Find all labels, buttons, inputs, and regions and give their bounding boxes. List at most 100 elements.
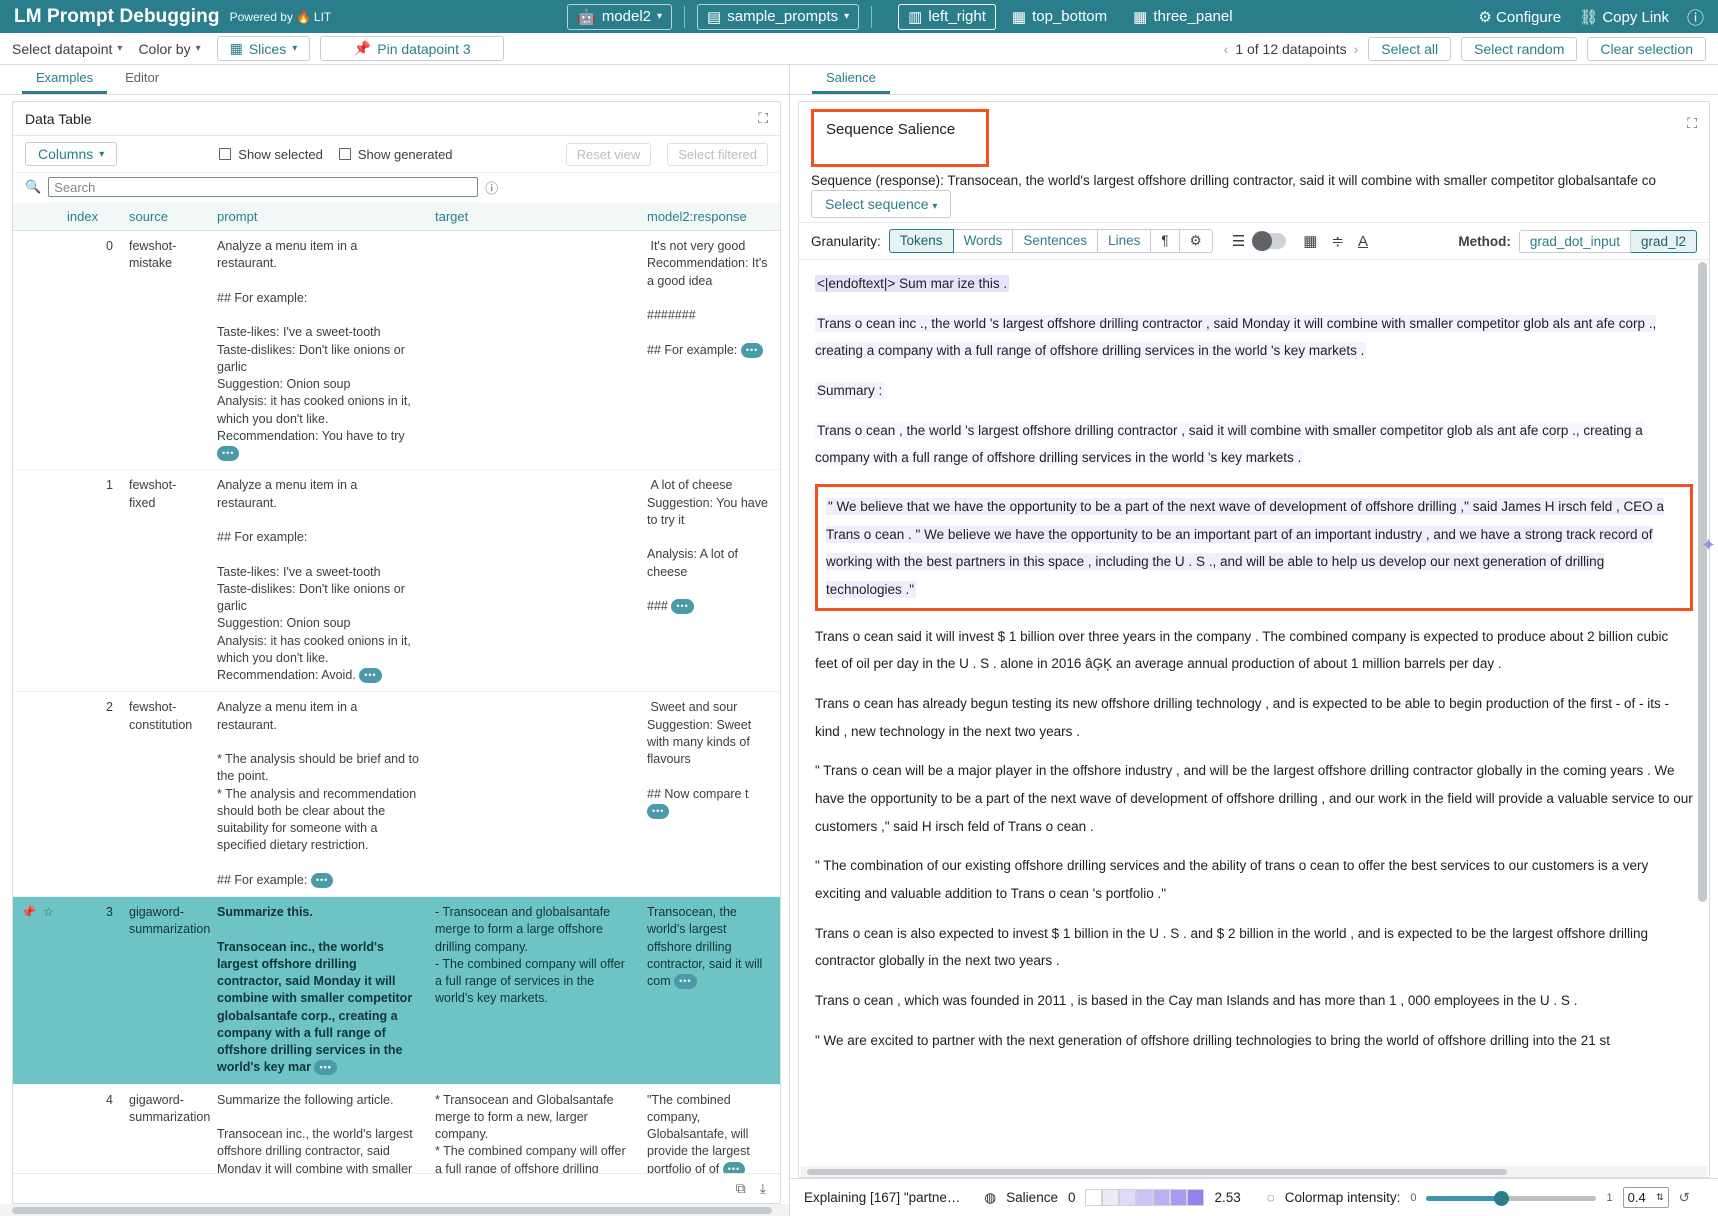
search-input[interactable] (48, 177, 478, 197)
token[interactable]: Trans o cean , which was founded in 2011… (815, 993, 1577, 1008)
layout-option-top-bottom[interactable]: ▦ top_bottom (1002, 4, 1117, 30)
expand-icon[interactable]: ⛶ (1687, 115, 1697, 132)
tab-salience[interactable]: Salience (812, 66, 890, 94)
columns-button[interactable]: Columns ▾ (25, 142, 117, 166)
expand-ellipsis[interactable]: ••• (314, 1060, 336, 1075)
granularity-option-words[interactable]: Words (954, 229, 1014, 253)
salience-vertical-scrollbar[interactable] (1698, 260, 1707, 1166)
clear-selection-button[interactable]: Clear selection (1587, 37, 1706, 61)
select-all-button[interactable]: Select all (1368, 37, 1451, 61)
gear-small-icon[interactable]: ⚙ (1180, 229, 1213, 253)
salience-horizontal-scrollbar[interactable] (801, 1166, 1707, 1177)
header-source[interactable]: source (121, 203, 209, 231)
expand-ellipsis[interactable]: ••• (217, 446, 239, 461)
help-circle-icon[interactable]: ⓘ (485, 178, 498, 197)
colormap-intensity-slider[interactable] (1426, 1191, 1596, 1205)
method-option-grad-l2[interactable]: grad_l2 (1631, 230, 1697, 253)
vertical-density-icon[interactable]: ≑ (1324, 232, 1351, 250)
expand-ellipsis[interactable]: ••• (647, 804, 669, 819)
header-index[interactable]: index (59, 203, 121, 231)
download-icon[interactable]: ⤓ (760, 1180, 766, 1197)
select-random-button[interactable]: Select random (1461, 37, 1577, 61)
layout-option-three-panel[interactable]: ▦ three_panel (1123, 4, 1242, 30)
model-selector[interactable]: 🤖 model2 ▾ (567, 4, 672, 30)
font-size-icon[interactable]: A (1351, 233, 1375, 250)
table-row[interactable]: 1 fewshot-fixed Analyze a menu item in a… (13, 470, 780, 692)
pin-datapoint-button[interactable]: 📌 Pin datapoint 3 (320, 36, 504, 61)
expand-ellipsis[interactable]: ••• (723, 1162, 745, 1174)
pin-icon[interactable]: 📌 (21, 904, 36, 921)
select-filtered-button[interactable]: Select filtered (667, 143, 768, 166)
prev-datapoint-button[interactable]: ‹ (1224, 41, 1229, 57)
show-generated-checkbox[interactable]: Show generated (339, 147, 453, 162)
checkbox-box (339, 148, 351, 160)
select-sequence-button[interactable]: Select sequence ▾ (811, 190, 951, 218)
slider-knob[interactable] (1494, 1191, 1509, 1206)
copy-link-button[interactable]: ⛓ Copy Link (1579, 8, 1669, 26)
layout-option-left-right[interactable]: ▥ left_right (898, 4, 996, 30)
expand-ellipsis[interactable]: ••• (359, 668, 381, 683)
granularity-row: Granularity: Tokens Words Sentences Line… (799, 222, 1709, 260)
expand-ellipsis[interactable]: ••• (671, 599, 693, 614)
next-datapoint-button[interactable]: › (1354, 41, 1359, 57)
reset-view-button[interactable]: Reset view (566, 143, 652, 166)
display-toggle[interactable] (1252, 233, 1286, 249)
expand-ellipsis[interactable]: ••• (674, 974, 696, 989)
swatch (1136, 1189, 1153, 1206)
header-model-response[interactable]: model2:response (639, 203, 780, 231)
stepper-icon[interactable]: ⇅ (1656, 1192, 1664, 1203)
sparkle-icon[interactable]: ✦ (1701, 535, 1716, 556)
left-horizontal-scrollbar[interactable] (0, 1204, 789, 1216)
granularity-option-tokens[interactable]: Tokens (889, 229, 954, 253)
table-row[interactable]: 0 fewshot-mistake Analyze a menu item in… (13, 231, 780, 470)
configure-button[interactable]: ⚙ Configure (1478, 8, 1561, 26)
table-row[interactable]: 4 gigaword-summarization Summarize the f… (13, 1084, 780, 1173)
token[interactable]: " The combination of our existing offsho… (815, 858, 1648, 901)
grid-icon[interactable]: ▦ (1296, 232, 1324, 250)
pilcrow-icon[interactable]: ¶ (1151, 229, 1179, 253)
expand-ellipsis[interactable]: ••• (311, 873, 333, 888)
tab-editor[interactable]: Editor (111, 66, 173, 94)
copy-icon[interactable]: ⧉ (736, 1180, 746, 1197)
token[interactable]: Trans o cean , the world 's largest offs… (815, 422, 1643, 467)
color-by-label: Color by (138, 41, 190, 57)
token[interactable]: Trans o cean is also expected to invest … (815, 926, 1648, 969)
slices-button[interactable]: ▦ Slices ▾ (217, 36, 311, 61)
token[interactable]: Summary : (815, 382, 884, 399)
token[interactable]: " We believe that we have the opportunit… (826, 498, 1664, 598)
salience-paragraph: " The combination of our existing offsho… (815, 852, 1693, 907)
expand-icon[interactable]: ⛶ (758, 110, 768, 127)
star-icon[interactable]: ☆ (43, 904, 54, 921)
table-row[interactable]: 2 fewshot-constitution Analyze a menu it… (13, 692, 780, 897)
tab-examples[interactable]: Examples (22, 66, 107, 94)
density-icon[interactable]: ☰ (1225, 232, 1252, 250)
token[interactable]: " Trans o cean will be a major player in… (815, 763, 1693, 833)
expand-ellipsis[interactable]: ••• (741, 343, 763, 358)
colormap-intensity-input[interactable]: 0.4 ⇅ (1623, 1187, 1669, 1208)
granularity-option-lines[interactable]: Lines (1098, 229, 1151, 253)
salience-text-body[interactable]: <|endoftext|> Sum mar ize this . Trans o… (799, 260, 1709, 1166)
select-datapoint-dropdown[interactable]: Select datapoint ▾ (12, 41, 122, 57)
table-row-selected[interactable]: 📌 ☆ 3 gigaword-summarization Summarize t… (13, 897, 780, 1085)
cell-target: - Transocean and globalsantafe merge to … (427, 897, 639, 1085)
scrollbar-thumb[interactable] (12, 1207, 772, 1214)
dataset-selector[interactable]: ▤ sample_prompts ▾ (697, 4, 859, 30)
swatch (1119, 1189, 1136, 1206)
data-table-scroll-area[interactable]: index source prompt target model2:respon… (13, 203, 780, 1173)
show-selected-checkbox[interactable]: Show selected (219, 147, 323, 162)
header-target[interactable]: target (427, 203, 639, 231)
token[interactable]: <|endoftext|> Sum mar ize this . (815, 275, 1009, 292)
slider-max-label: 1 (1606, 1192, 1612, 1204)
header-prompt[interactable]: prompt (209, 203, 427, 231)
token[interactable]: " We are excited to partner with the nex… (815, 1033, 1610, 1048)
reset-icon[interactable]: ↺ (1679, 1190, 1690, 1206)
scrollbar-thumb[interactable] (807, 1169, 1507, 1175)
token[interactable]: Trans o cean has already begun testing i… (815, 696, 1669, 739)
scrollbar-thumb[interactable] (1698, 262, 1707, 902)
token[interactable]: Trans o cean said it will invest $ 1 bil… (815, 629, 1668, 672)
method-option-grad-dot-input[interactable]: grad_dot_input (1519, 230, 1631, 253)
token[interactable]: Trans o cean inc ., the world 's largest… (815, 315, 1656, 360)
help-circle-icon[interactable]: ⓘ (1687, 4, 1704, 29)
granularity-option-sentences[interactable]: Sentences (1013, 229, 1098, 253)
color-by-dropdown[interactable]: Color by ▾ (138, 41, 200, 57)
